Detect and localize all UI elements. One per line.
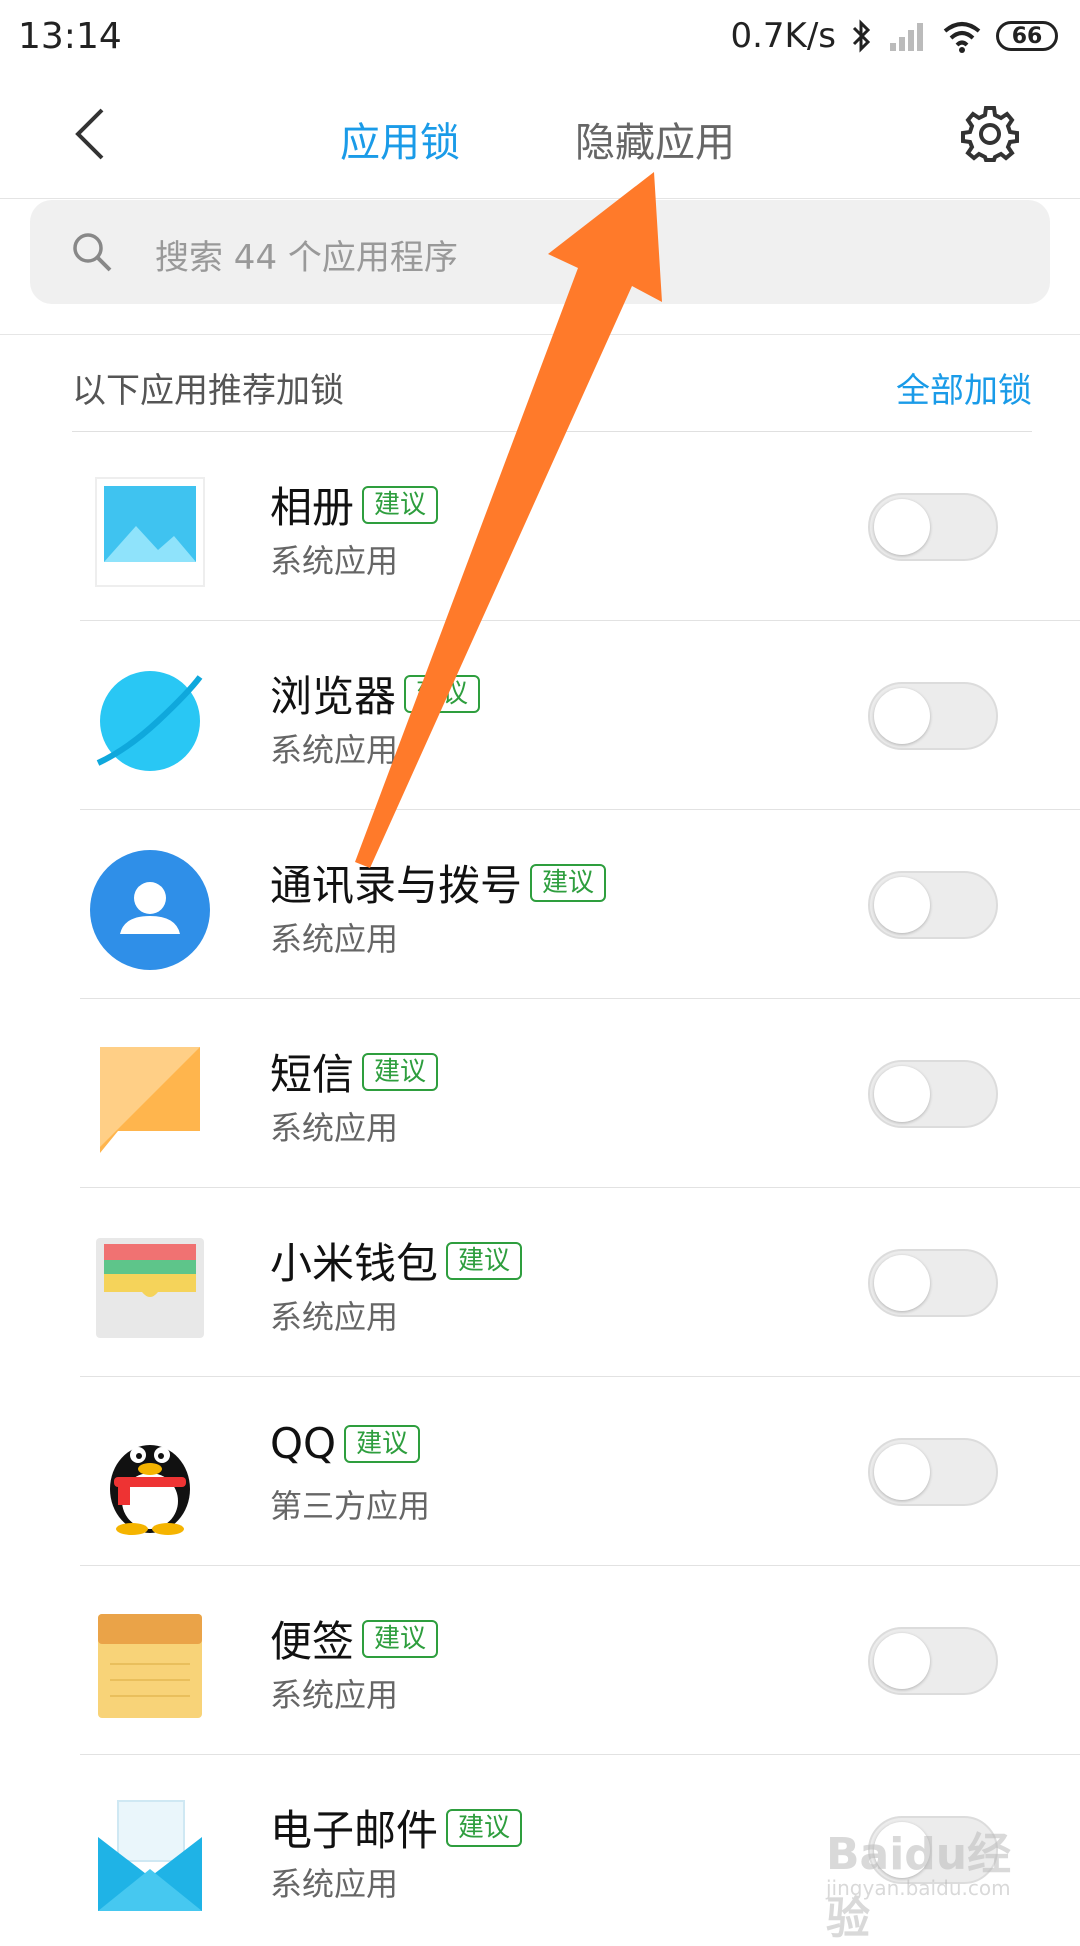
- watermark-url: jingyan.baidu.com: [826, 1876, 1011, 1900]
- app-name: 短信 建议: [270, 1041, 439, 1102]
- lock-toggle[interactable]: [868, 493, 998, 561]
- app-type: 系统应用: [270, 920, 399, 958]
- app-name: QQ 建议: [270, 1419, 421, 1468]
- lock-all-button[interactable]: 全部加锁: [896, 363, 1032, 412]
- wallet-icon: [96, 1238, 204, 1338]
- lock-toggle[interactable]: [868, 682, 998, 750]
- lock-toggle[interactable]: [868, 1249, 998, 1317]
- app-type: 系统应用: [270, 1676, 399, 1714]
- app-type: 系统应用: [270, 1109, 399, 1147]
- app-name: 小米钱包 建议: [270, 1230, 523, 1291]
- gear-icon[interactable]: [960, 104, 1020, 164]
- search-placeholder: 搜索 44 个应用程序: [155, 238, 458, 278]
- qq-icon: [110, 1445, 190, 1535]
- suggest-tag: 建议: [446, 1241, 523, 1280]
- app-type: 系统应用: [270, 542, 399, 580]
- list-item[interactable]: 相册 建议 系统应用: [0, 432, 1080, 621]
- tab-hidden-apps[interactable]: 隐藏应用: [575, 110, 735, 168]
- wifi-icon: [943, 22, 981, 53]
- watermark: Baidu经验 jingyan.baidu.com: [826, 1810, 1046, 1944]
- lock-toggle[interactable]: [868, 1627, 998, 1695]
- suggest-tag: 建议: [446, 1808, 523, 1847]
- email-icon: [98, 1800, 202, 1911]
- bluetooth-icon: [852, 19, 871, 53]
- contacts-icon: [90, 850, 210, 970]
- list-item[interactable]: 通讯录与拨号 建议 系统应用: [0, 810, 1080, 999]
- app-name: 相册 建议: [270, 474, 439, 535]
- app-name: 电子邮件 建议: [270, 1797, 523, 1858]
- messages-icon: [100, 1047, 200, 1153]
- suggest-tag: 建议: [362, 485, 439, 524]
- battery-indicator: 66: [996, 21, 1058, 51]
- search-icon: [73, 233, 112, 272]
- notes-icon: [98, 1614, 202, 1718]
- list-item[interactable]: 短信 建议 系统应用: [0, 999, 1080, 1188]
- app-list: 相册 建议 系统应用 浏览器 建议 系统应用 通讯录与拨号 建议 系统应用 短信…: [0, 432, 1080, 1944]
- browser-icon: [96, 671, 203, 771]
- divider: [0, 334, 1080, 335]
- lock-toggle[interactable]: [868, 1060, 998, 1128]
- app-name: 便签 建议: [270, 1608, 439, 1669]
- app-type: 第三方应用: [270, 1487, 431, 1525]
- suggest-tag: 建议: [362, 1619, 439, 1658]
- tab-app-lock[interactable]: 应用锁: [340, 110, 460, 168]
- suggest-tag: 建议: [404, 674, 481, 713]
- app-type: 系统应用: [270, 1865, 399, 1903]
- list-item[interactable]: 小米钱包 建议 系统应用: [0, 1188, 1080, 1377]
- list-item[interactable]: QQ 建议 第三方应用: [0, 1377, 1080, 1566]
- app-name: 浏览器 建议: [270, 663, 481, 724]
- search-box[interactable]: 搜索 44 个应用程序: [30, 200, 1050, 304]
- app-type: 系统应用: [270, 1298, 399, 1336]
- gallery-icon: [95, 477, 205, 587]
- section-header: 以下应用推荐加锁 全部加锁: [72, 355, 1032, 432]
- lock-toggle[interactable]: [868, 871, 998, 939]
- status-time: 13:14: [18, 16, 122, 57]
- back-arrow-icon[interactable]: [62, 104, 122, 164]
- status-indicators: 0.7K/s 66: [730, 14, 1058, 58]
- app-name: 通讯录与拨号 建议: [270, 852, 607, 913]
- list-item[interactable]: 浏览器 建议 系统应用: [0, 621, 1080, 810]
- suggest-tag: 建议: [344, 1424, 421, 1463]
- suggest-tag: 建议: [362, 1052, 439, 1091]
- section-title: 以下应用推荐加锁: [72, 371, 344, 411]
- title-bar: 应用锁 隐藏应用: [0, 76, 1080, 199]
- signal-icon: [890, 23, 923, 51]
- suggest-tag: 建议: [530, 863, 607, 902]
- lock-toggle[interactable]: [868, 1438, 998, 1506]
- status-bar: 13:14 0.7K/s 66: [0, 0, 1080, 76]
- net-speed: 0.7K/s: [730, 16, 836, 56]
- app-type: 系统应用: [270, 731, 399, 769]
- list-item[interactable]: 便签 建议 系统应用: [0, 1566, 1080, 1755]
